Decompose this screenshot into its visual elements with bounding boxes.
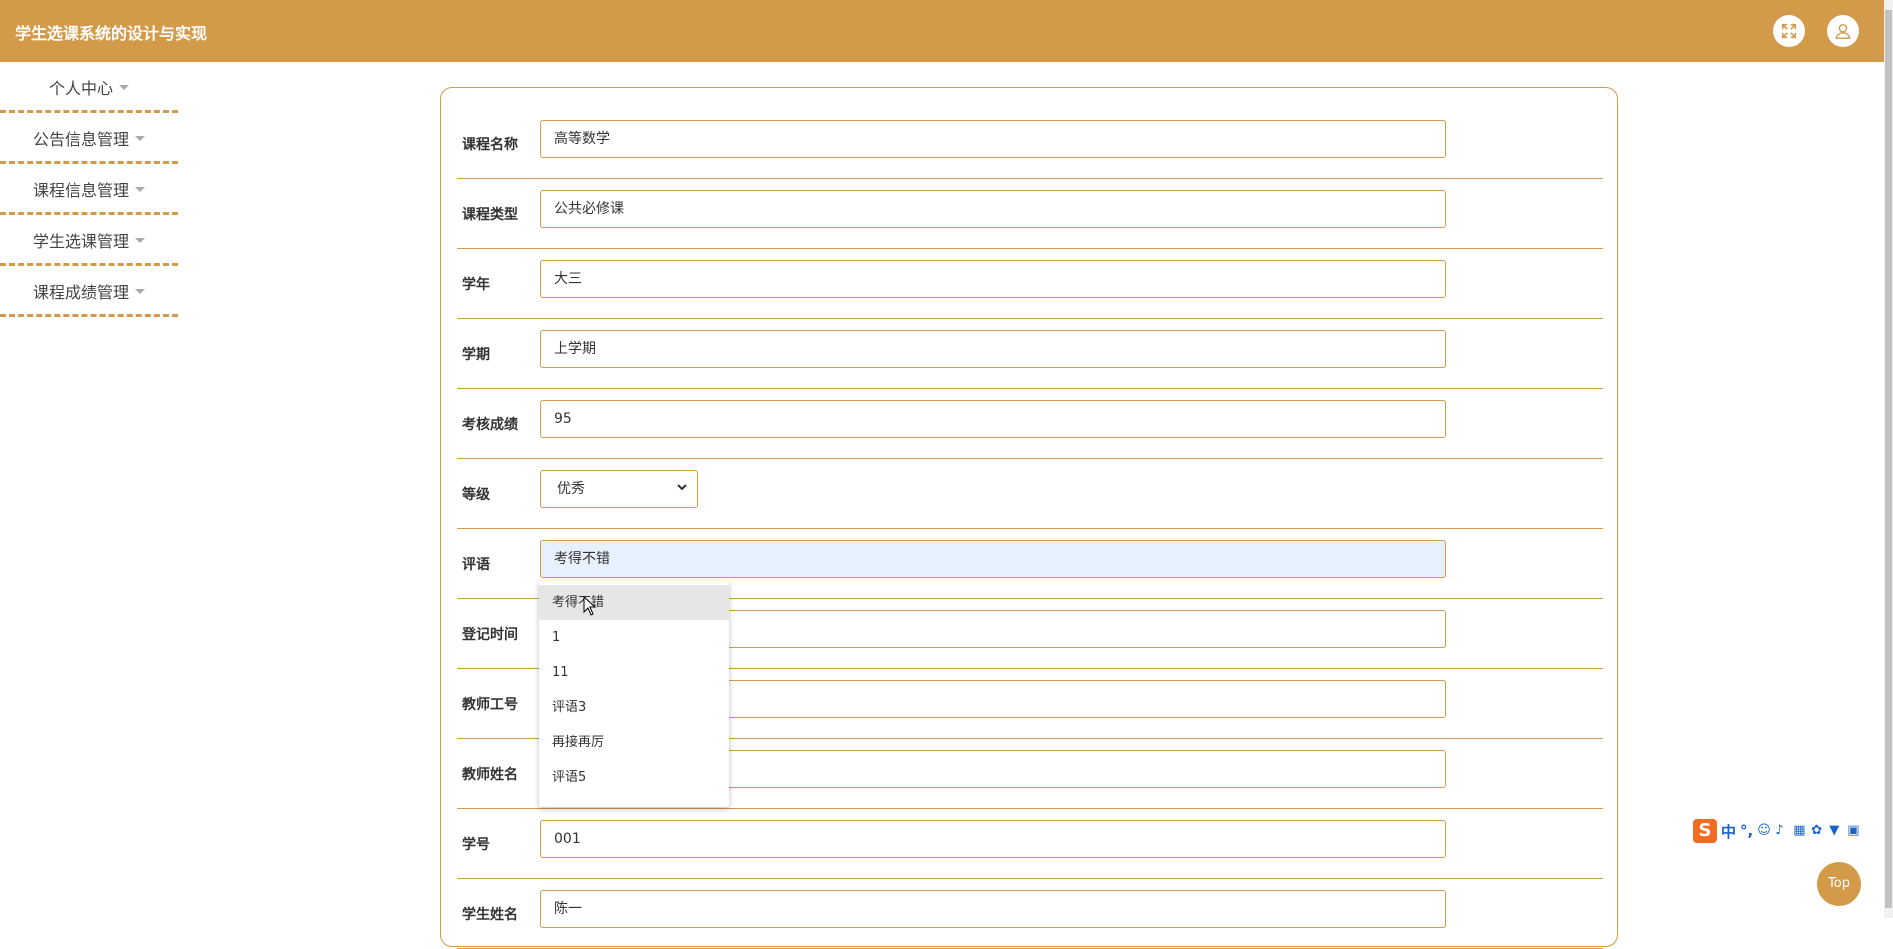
ime-language-toggle[interactable]: 中 [1721, 821, 1736, 842]
form-row-student-id: 学号 001 [457, 808, 1603, 879]
page-scrollbar[interactable] [1884, 0, 1893, 918]
student-id-field[interactable]: 001 [540, 820, 1446, 858]
form-row-course-name: 课程名称 高等数学 [457, 108, 1603, 179]
field-label: 课程名称 [462, 137, 518, 153]
field-label: 考核成绩 [462, 417, 518, 433]
keyboard-icon[interactable]: ▦ [1793, 824, 1807, 838]
level-select[interactable]: 优秀 [540, 470, 698, 508]
comment-field[interactable]: 考得不错 [540, 540, 1446, 578]
scrollbar-thumb[interactable] [1885, 10, 1892, 908]
score-field[interactable]: 95 [540, 400, 1446, 438]
settings-icon[interactable]: ✿ [1811, 824, 1825, 838]
caret-down-icon [135, 186, 145, 192]
caret-down-icon [135, 237, 145, 243]
user-icon [1835, 23, 1851, 39]
autocomplete-option[interactable]: 再接再厉 [539, 725, 729, 760]
field-label: 教师工号 [462, 697, 518, 713]
autocomplete-option[interactable]: 评语3 [539, 690, 729, 725]
form-row-student-name: 学生姓名 陈一 [457, 878, 1603, 949]
toolbox-icon[interactable]: ▣ [1847, 824, 1861, 838]
skin-icon[interactable]: ▼ [1829, 824, 1843, 838]
course-type-field[interactable]: 公共必修课 [540, 190, 1446, 228]
autocomplete-option[interactable]: 1 [539, 620, 729, 655]
field-label: 评语 [462, 557, 490, 573]
field-label: 课程类型 [462, 207, 518, 223]
expand-icon [1781, 23, 1797, 39]
sidebar-item-course-selection[interactable]: 学生选课管理 [0, 217, 178, 266]
user-avatar-button[interactable] [1827, 15, 1859, 47]
microphone-icon[interactable]: ♪ [1775, 824, 1789, 838]
sidebar-item-label: 学生选课管理 [32, 232, 129, 251]
back-to-top-button[interactable]: Top [1817, 862, 1861, 906]
ime-toolbar[interactable]: S 中 °, ☺ ♪ ▦ ✿ ▼ ▣ [1693, 818, 1883, 844]
autocomplete-option[interactable]: 评语5 [539, 760, 729, 795]
form-row-level: 等级 优秀 [457, 458, 1603, 529]
field-label: 登记时间 [462, 627, 518, 643]
emoji-icon[interactable]: ☺ [1757, 824, 1771, 838]
top-header: 学生选课系统的设计与实现 [0, 0, 1884, 62]
sidebar-item-label: 课程成绩管理 [32, 283, 129, 302]
field-label: 学号 [462, 837, 490, 853]
field-label: 等级 [462, 487, 490, 503]
sidebar-item-grades[interactable]: 课程成绩管理 [0, 268, 178, 317]
autocomplete-dropdown: 考得不错 1 11 评语3 再接再厉 评语5 [539, 581, 729, 807]
form-row-score: 考核成绩 95 [457, 388, 1603, 459]
caret-down-icon [119, 84, 129, 90]
mouse-cursor-icon [583, 596, 597, 616]
form-row-school-year: 学年 大三 [457, 248, 1603, 319]
ime-punctuation-toggle[interactable]: °, [1740, 822, 1753, 840]
school-year-field[interactable]: 大三 [540, 260, 1446, 298]
sidebar-item-label: 课程信息管理 [32, 181, 129, 200]
grade-form: 课程名称 高等数学 课程类型 公共必修课 学年 大三 学期 上学期 考核成绩 9… [440, 87, 1618, 949]
autocomplete-option[interactable]: 考得不错 [539, 585, 729, 620]
autocomplete-option[interactable]: 11 [539, 655, 729, 690]
form-row-course-type: 课程类型 公共必修课 [457, 178, 1603, 249]
level-select-value: 优秀 [557, 481, 585, 497]
sidebar-item-announcements[interactable]: 公告信息管理 [0, 115, 178, 164]
caret-down-icon [135, 288, 145, 294]
sidebar: 个人中心 公告信息管理 课程信息管理 学生选课管理 课程成绩管理 [0, 62, 178, 317]
caret-down-icon [135, 135, 145, 141]
field-label: 学生姓名 [462, 907, 518, 923]
sidebar-item-personal-center[interactable]: 个人中心 [0, 64, 178, 113]
field-label: 学年 [462, 277, 490, 293]
sidebar-item-label: 个人中心 [48, 79, 113, 98]
field-label: 学期 [462, 347, 490, 363]
sogou-logo-icon: S [1693, 819, 1717, 843]
fullscreen-button[interactable] [1773, 15, 1805, 47]
sidebar-item-label: 公告信息管理 [32, 130, 129, 149]
sidebar-item-courses[interactable]: 课程信息管理 [0, 166, 178, 215]
course-name-field[interactable]: 高等数学 [540, 120, 1446, 158]
chevron-down-icon [677, 484, 687, 491]
app-title: 学生选课系统的设计与实现 [15, 24, 208, 43]
student-name-field[interactable]: 陈一 [540, 890, 1446, 928]
field-label: 教师姓名 [462, 767, 518, 783]
form-row-semester: 学期 上学期 [457, 318, 1603, 389]
semester-field[interactable]: 上学期 [540, 330, 1446, 368]
